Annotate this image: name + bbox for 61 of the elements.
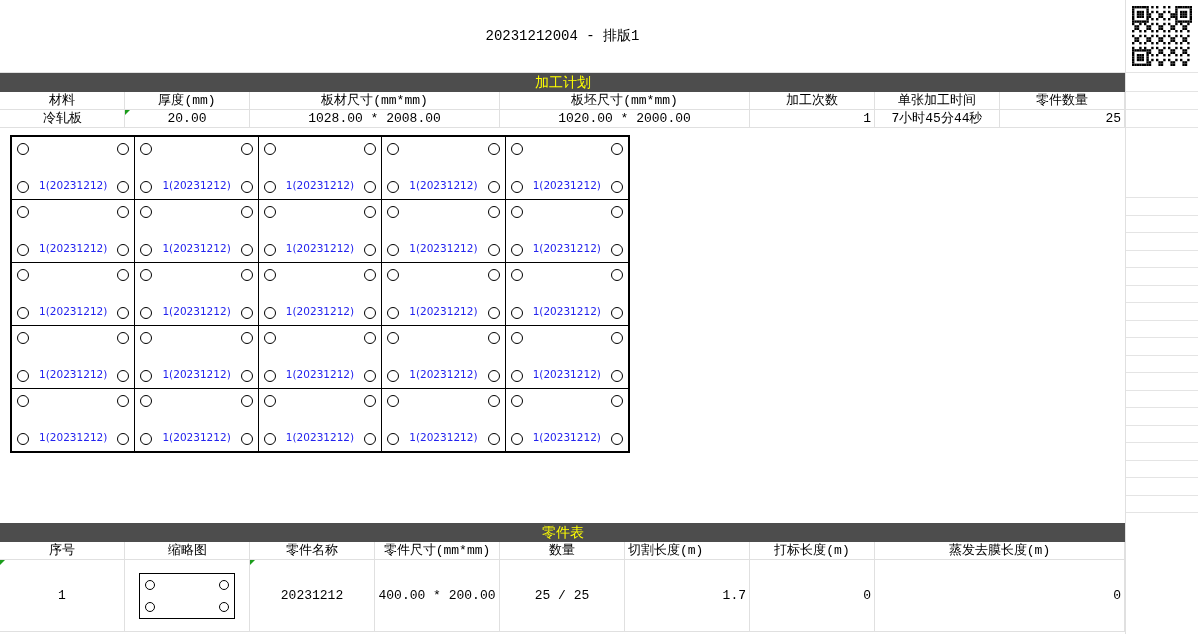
part-label: 1(20231212)	[532, 242, 601, 254]
corner-marker-icon	[0, 560, 5, 565]
document-title: 20231212004 - 排版1	[485, 27, 640, 45]
part-label: 1(20231212)	[162, 431, 231, 443]
part-label: 1(20231212)	[162, 242, 231, 254]
part-label: 1(20231212)	[162, 368, 231, 380]
part-label: 1(20231212)	[532, 305, 601, 317]
part-label: 1(20231212)	[532, 431, 601, 443]
table-cell: 0	[863, 589, 871, 602]
part-label: 1(20231212)	[39, 431, 108, 443]
table-cell: 20231212	[280, 589, 344, 602]
part-label: 1(20231212)	[532, 179, 601, 191]
part-label: 1(20231212)	[285, 368, 355, 380]
part-label: 1(20231212)	[285, 179, 355, 191]
column-header: 序号	[49, 544, 75, 557]
part-label: 1(20231212)	[409, 179, 478, 191]
column-header: 缩略图	[167, 544, 207, 557]
corner-marker-icon	[250, 560, 255, 565]
table-cell: 20.00	[167, 112, 207, 125]
part-label: 1(20231212)	[409, 305, 478, 317]
column-header: 数量	[549, 544, 575, 557]
part-label: 1(20231212)	[39, 242, 108, 254]
part-label: 1(20231212)	[409, 431, 478, 443]
part-label: 1(20231212)	[409, 242, 478, 254]
column-header: 蒸发去膜长度(m)	[948, 544, 1051, 557]
section-title: 零件表	[541, 523, 584, 542]
qr-code-icon	[1132, 6, 1192, 66]
column-header: 厚度(mm)	[158, 94, 216, 107]
corner-marker-icon	[125, 110, 130, 115]
part-label: 1(20231212)	[162, 305, 231, 317]
column-header: 零件尺寸(mm*mm)	[383, 544, 491, 557]
column-header: 材料	[49, 94, 75, 107]
table-cell: 1.7	[722, 589, 746, 602]
table-cell: 1	[863, 112, 871, 125]
column-header: 打标长度(m)	[774, 544, 850, 557]
table-cell: 1	[58, 589, 66, 602]
part-label: 1(20231212)	[39, 179, 108, 191]
part-label: 1(20231212)	[162, 179, 231, 191]
table-cell: 1028.00 * 2008.00	[308, 112, 441, 125]
column-header: 板材尺寸(mm*mm)	[321, 94, 428, 107]
part-label: 1(20231212)	[39, 305, 108, 317]
column-header: 零件数量	[1036, 94, 1088, 107]
table-cell: 1020.00 * 2000.00	[558, 112, 691, 125]
column-header: 加工次数	[786, 94, 838, 107]
column-header: 板坯尺寸(mm*mm)	[571, 94, 678, 107]
part-label: 1(20231212)	[39, 368, 108, 380]
section-title: 加工计划	[534, 73, 591, 92]
column-header: 切割长度(m)	[628, 544, 704, 557]
table-cell: 25 / 25	[534, 589, 590, 602]
column-header: 零件名称	[286, 544, 338, 557]
part-label: 1(20231212)	[285, 242, 355, 254]
table-cell: 400.00 * 200.00	[378, 589, 496, 602]
table-cell: 0	[1113, 589, 1121, 602]
part-label: 1(20231212)	[285, 305, 355, 317]
table-cell: 7小时45分44秒	[891, 112, 983, 125]
part-label: 1(20231212)	[285, 431, 355, 443]
part-label: 1(20231212)	[409, 368, 478, 380]
column-header: 单张加工时间	[898, 94, 976, 107]
table-cell: 25	[1105, 112, 1121, 125]
part-label: 1(20231212)	[532, 368, 601, 380]
table-cell: 冷轧板	[42, 112, 82, 125]
